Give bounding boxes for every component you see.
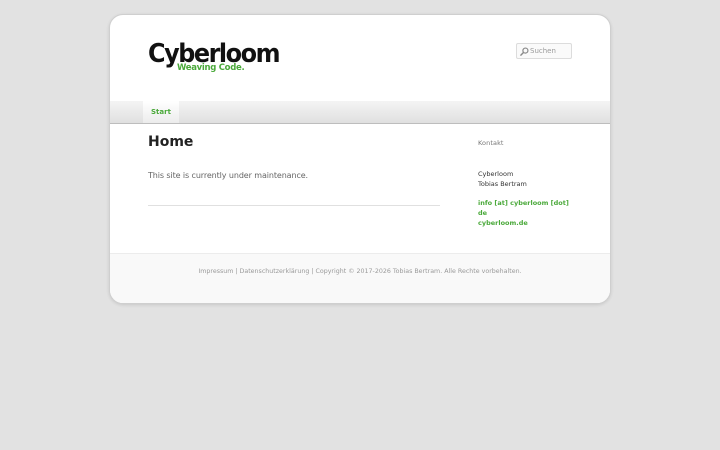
nav-item-start[interactable]: Start: [143, 101, 179, 123]
search-input[interactable]: [530, 44, 570, 58]
footer-text: Impressum | Datenschutzerklärung | Copyr…: [110, 268, 610, 275]
entry-content: This site is currently under maintenance…: [148, 171, 309, 180]
contact-email-line-1[interactable]: info [at] cyberloom [dot]: [478, 198, 570, 208]
page-container: Cyberloom Weaving Code. Start Home This …: [109, 14, 611, 304]
page-title: Home: [148, 134, 194, 150]
contact-address: Cyberloom Tobias Bertram: [478, 169, 588, 189]
sidebar: Kontakt Cyberloom Tobias Bertram info [a…: [478, 139, 588, 228]
site-tagline: Weaving Code.: [177, 63, 245, 73]
main-navigation: Start: [110, 101, 610, 124]
entry-divider: [148, 205, 440, 206]
contact-website-link[interactable]: cyberloom.de: [478, 218, 570, 228]
search-form[interactable]: [516, 43, 572, 59]
contact-email-link[interactable]: info [at] cyberloom [dot] de cyberloom.d…: [478, 198, 570, 228]
impressum-link[interactable]: Impressum: [198, 268, 233, 275]
widget-title-kontakt: Kontakt: [478, 139, 504, 147]
contact-email-line-2[interactable]: de: [478, 208, 570, 218]
site-footer: Impressum | Datenschutzerklärung | Copyr…: [110, 253, 610, 303]
contact-company: Cyberloom: [478, 170, 514, 178]
contact-person: Tobias Bertram: [478, 180, 527, 188]
search-icon: [520, 47, 529, 56]
datenschutz-link[interactable]: Datenschutzerklärung: [240, 268, 310, 275]
copyright-text: Copyright © 2017-2026 Tobias Bertram. Al…: [315, 268, 522, 275]
main-content: Home This site is currently under mainte…: [148, 133, 440, 206]
site-header: Cyberloom Weaving Code.: [110, 15, 610, 101]
site-logo[interactable]: Cyberloom Weaving Code.: [148, 39, 290, 73]
